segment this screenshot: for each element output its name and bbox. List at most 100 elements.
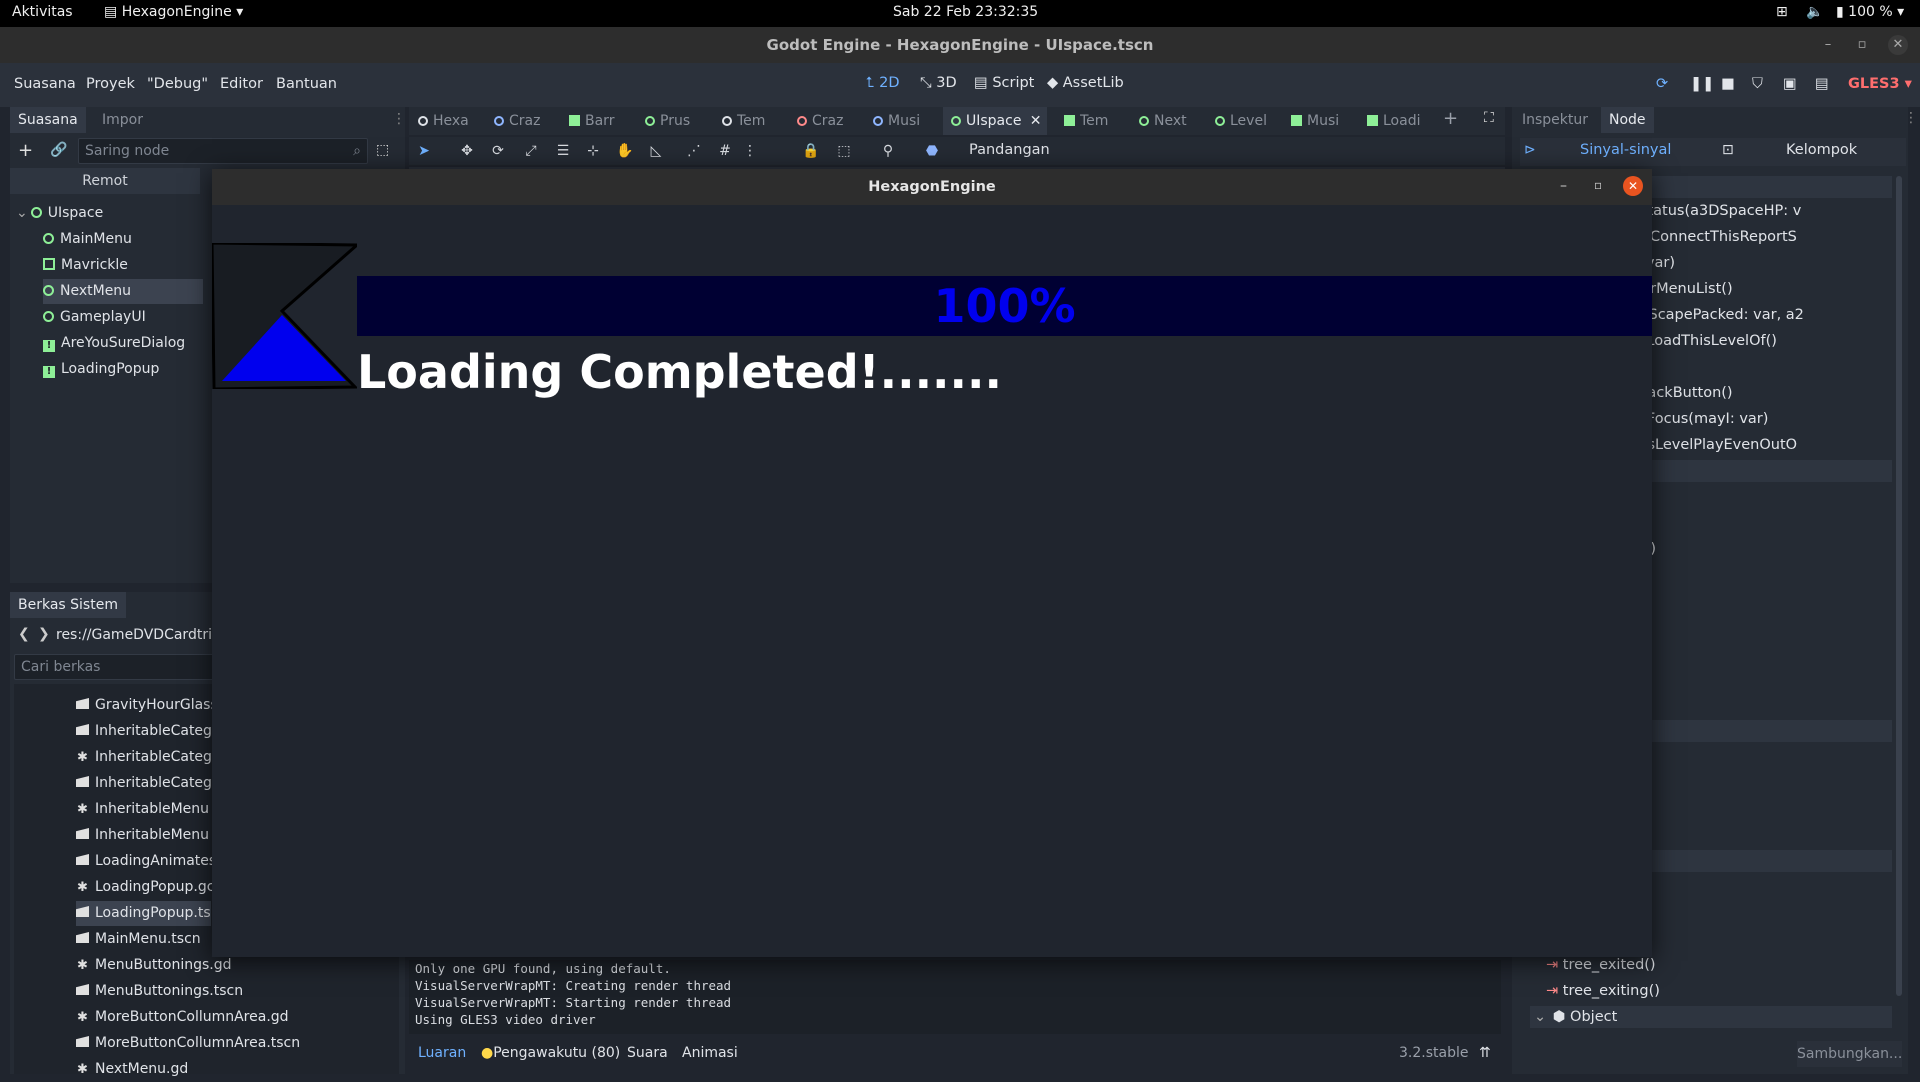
rotate-tool-icon[interactable]: ⟳: [489, 142, 507, 160]
tree-item-uispace[interactable]: ⌄ UIspace: [16, 201, 103, 226]
file-item[interactable]: LoadingAnimates: [76, 849, 216, 874]
network-icon[interactable]: ⊞: [1776, 4, 1788, 20]
tab-filesystem[interactable]: Berkas Sistem: [10, 592, 126, 618]
script-attach-icon[interactable]: ⬚: [376, 142, 389, 158]
tab-node[interactable]: Node: [1601, 107, 1654, 133]
tab-audio[interactable]: Suara: [627, 1045, 668, 1061]
scene-tab[interactable]: Tem: [1064, 107, 1108, 135]
signal-item[interactable]: ⇥ tree_exiting(): [1546, 978, 1901, 1004]
list-select-icon[interactable]: ☰: [554, 142, 572, 160]
workspace-3d[interactable]: ⤡ 3D: [920, 75, 957, 91]
renderer-select[interactable]: GLES3 ▾: [1848, 76, 1912, 92]
file-item[interactable]: InheritableMenu: [76, 823, 209, 848]
inspector-scrollbar[interactable]: [1896, 176, 1902, 996]
more-options-icon[interactable]: ⋮: [741, 142, 759, 160]
tree-item-areyousuredialog[interactable]: ! AreYouSureDialog: [43, 331, 185, 356]
minimize-icon[interactable]: –: [1560, 178, 1567, 194]
back-icon[interactable]: ❮: [18, 626, 30, 642]
file-item[interactable]: GravityHourGlass: [76, 693, 218, 718]
move-tool-icon[interactable]: ✥: [458, 142, 476, 160]
file-item[interactable]: ✱ InheritableMenu: [76, 797, 209, 822]
object-section[interactable]: ⌄ ⬢ Object: [1530, 1006, 1892, 1028]
clock[interactable]: Sab 22 Feb 23:32:35: [893, 4, 1038, 20]
tab-debugger[interactable]: ●Pengawakutu (80): [481, 1045, 620, 1061]
tree-item-nextmenu[interactable]: NextMenu: [43, 279, 203, 304]
menu-help[interactable]: Bantuan: [276, 76, 337, 92]
file-item[interactable]: ✱ LoadingPopup.gc: [76, 875, 214, 900]
tree-item-gameplayui[interactable]: GameplayUI: [43, 305, 146, 330]
play-scene-icon[interactable]: ▣: [1783, 76, 1797, 92]
tab-output[interactable]: Luaran: [418, 1045, 466, 1061]
restore-icon[interactable]: ▫: [1854, 37, 1870, 53]
scene-tab[interactable]: Loadi: [1367, 107, 1420, 135]
maximize-icon[interactable]: ▫: [1594, 178, 1602, 192]
menu-scene[interactable]: Suasana: [14, 76, 76, 92]
scene-tab[interactable]: Craz: [494, 107, 540, 135]
battery-status[interactable]: ▮ 100 % ▾: [1836, 4, 1904, 20]
file-item[interactable]: ✱ InheritableCateg: [76, 745, 212, 770]
grid-snap-icon[interactable]: #: [716, 142, 734, 160]
menu-editor[interactable]: Editor: [220, 76, 263, 92]
link-icon[interactable]: 🔗: [50, 142, 67, 158]
tree-item-mavrickle[interactable]: Mavrickle: [43, 253, 128, 278]
scene-tab[interactable]: Musi: [873, 107, 920, 135]
scene-tab[interactable]: Next: [1139, 107, 1187, 135]
tab-scene[interactable]: Suasana: [10, 107, 86, 133]
file-item[interactable]: LoadingPopup.ts: [76, 901, 211, 926]
scene-tab[interactable]: Prus: [645, 107, 690, 135]
volume-icon[interactable]: 🔈: [1806, 4, 1823, 20]
workspace-assetlib[interactable]: ◆ AssetLib: [1047, 75, 1124, 91]
expand-panel-icon[interactable]: ⇈: [1479, 1045, 1491, 1061]
dock-menu-icon[interactable]: ⋮: [392, 111, 406, 127]
select-tool-icon[interactable]: ➤: [415, 142, 433, 160]
app-menu[interactable]: ▤ HexagonEngine ▾: [104, 4, 243, 20]
ruler-icon[interactable]: ◺: [647, 142, 665, 160]
camera-icon[interactable]: ⬣: [923, 142, 941, 160]
connect-button[interactable]: Sambungkan...: [1797, 1041, 1902, 1067]
minimize-icon[interactable]: –: [1820, 37, 1836, 53]
scene-tab[interactable]: UIspace ✕: [943, 107, 1048, 135]
tab-animation[interactable]: Animasi: [682, 1045, 738, 1061]
node-filter-input[interactable]: Saring node ⌕: [78, 138, 368, 164]
menu-project[interactable]: Proyek: [86, 76, 135, 92]
file-item[interactable]: ✱ MoreButtonCollumnArea.gd: [76, 1005, 289, 1030]
stop-icon[interactable]: ■: [1721, 76, 1735, 92]
distraction-free-icon[interactable]: ⛶: [1484, 110, 1494, 126]
scene-tab[interactable]: Craz: [797, 107, 843, 135]
pan-tool-icon[interactable]: ✋: [616, 142, 634, 160]
dock-menu-icon[interactable]: ⋮: [1904, 110, 1918, 126]
forward-icon[interactable]: ❯: [38, 626, 50, 642]
add-tab-icon[interactable]: +: [1443, 108, 1458, 129]
game-viewport[interactable]: 100% Loading Completed!.......: [212, 205, 1652, 957]
tree-item-loadingpopup[interactable]: ! LoadingPopup: [43, 357, 159, 382]
tab-signals[interactable]: Sinyal-sinyal: [1580, 142, 1671, 158]
debug-icon[interactable]: ⛉: [1752, 76, 1763, 92]
tab-inspector[interactable]: Inspektur: [1514, 107, 1596, 133]
file-item[interactable]: ✱ NextMenu.gd: [76, 1057, 188, 1082]
workspace-2d[interactable]: ⮤ 2D: [866, 75, 900, 91]
pivot-icon[interactable]: ⊹: [584, 142, 602, 160]
tab-groups[interactable]: Kelompok: [1786, 142, 1857, 158]
activities-button[interactable]: Aktivitas: [12, 4, 73, 20]
scene-tab[interactable]: Musi: [1291, 107, 1339, 135]
bone-icon[interactable]: ⚲: [879, 142, 897, 160]
scene-tab[interactable]: Level: [1215, 107, 1267, 135]
tab-import[interactable]: Impor: [94, 107, 151, 133]
close-tab-icon[interactable]: ✕: [1030, 107, 1042, 135]
snap-icon[interactable]: ⋰: [685, 142, 703, 160]
workspace-script[interactable]: ▤ Script: [974, 75, 1034, 91]
add-node-icon[interactable]: +: [18, 140, 33, 161]
lock-icon[interactable]: 🔒: [802, 142, 820, 160]
view-menu[interactable]: Pandangan: [969, 142, 1050, 158]
scene-tab[interactable]: Barr: [569, 107, 614, 135]
menu-debug[interactable]: "Debug": [147, 76, 208, 92]
file-item[interactable]: InheritableCateg: [76, 719, 212, 744]
tree-item-mainmenu[interactable]: MainMenu: [43, 227, 132, 252]
close-icon[interactable]: ✕: [1888, 35, 1908, 55]
file-item[interactable]: ✱ MenuButtonings.gd: [76, 953, 231, 978]
reload-icon[interactable]: ⟳: [1656, 76, 1668, 92]
file-item[interactable]: MainMenu.tscn: [76, 927, 201, 952]
scene-tab[interactable]: Hexa: [418, 107, 469, 135]
close-icon[interactable]: ✕: [1623, 176, 1643, 196]
group-icon[interactable]: ⬚: [835, 142, 853, 160]
